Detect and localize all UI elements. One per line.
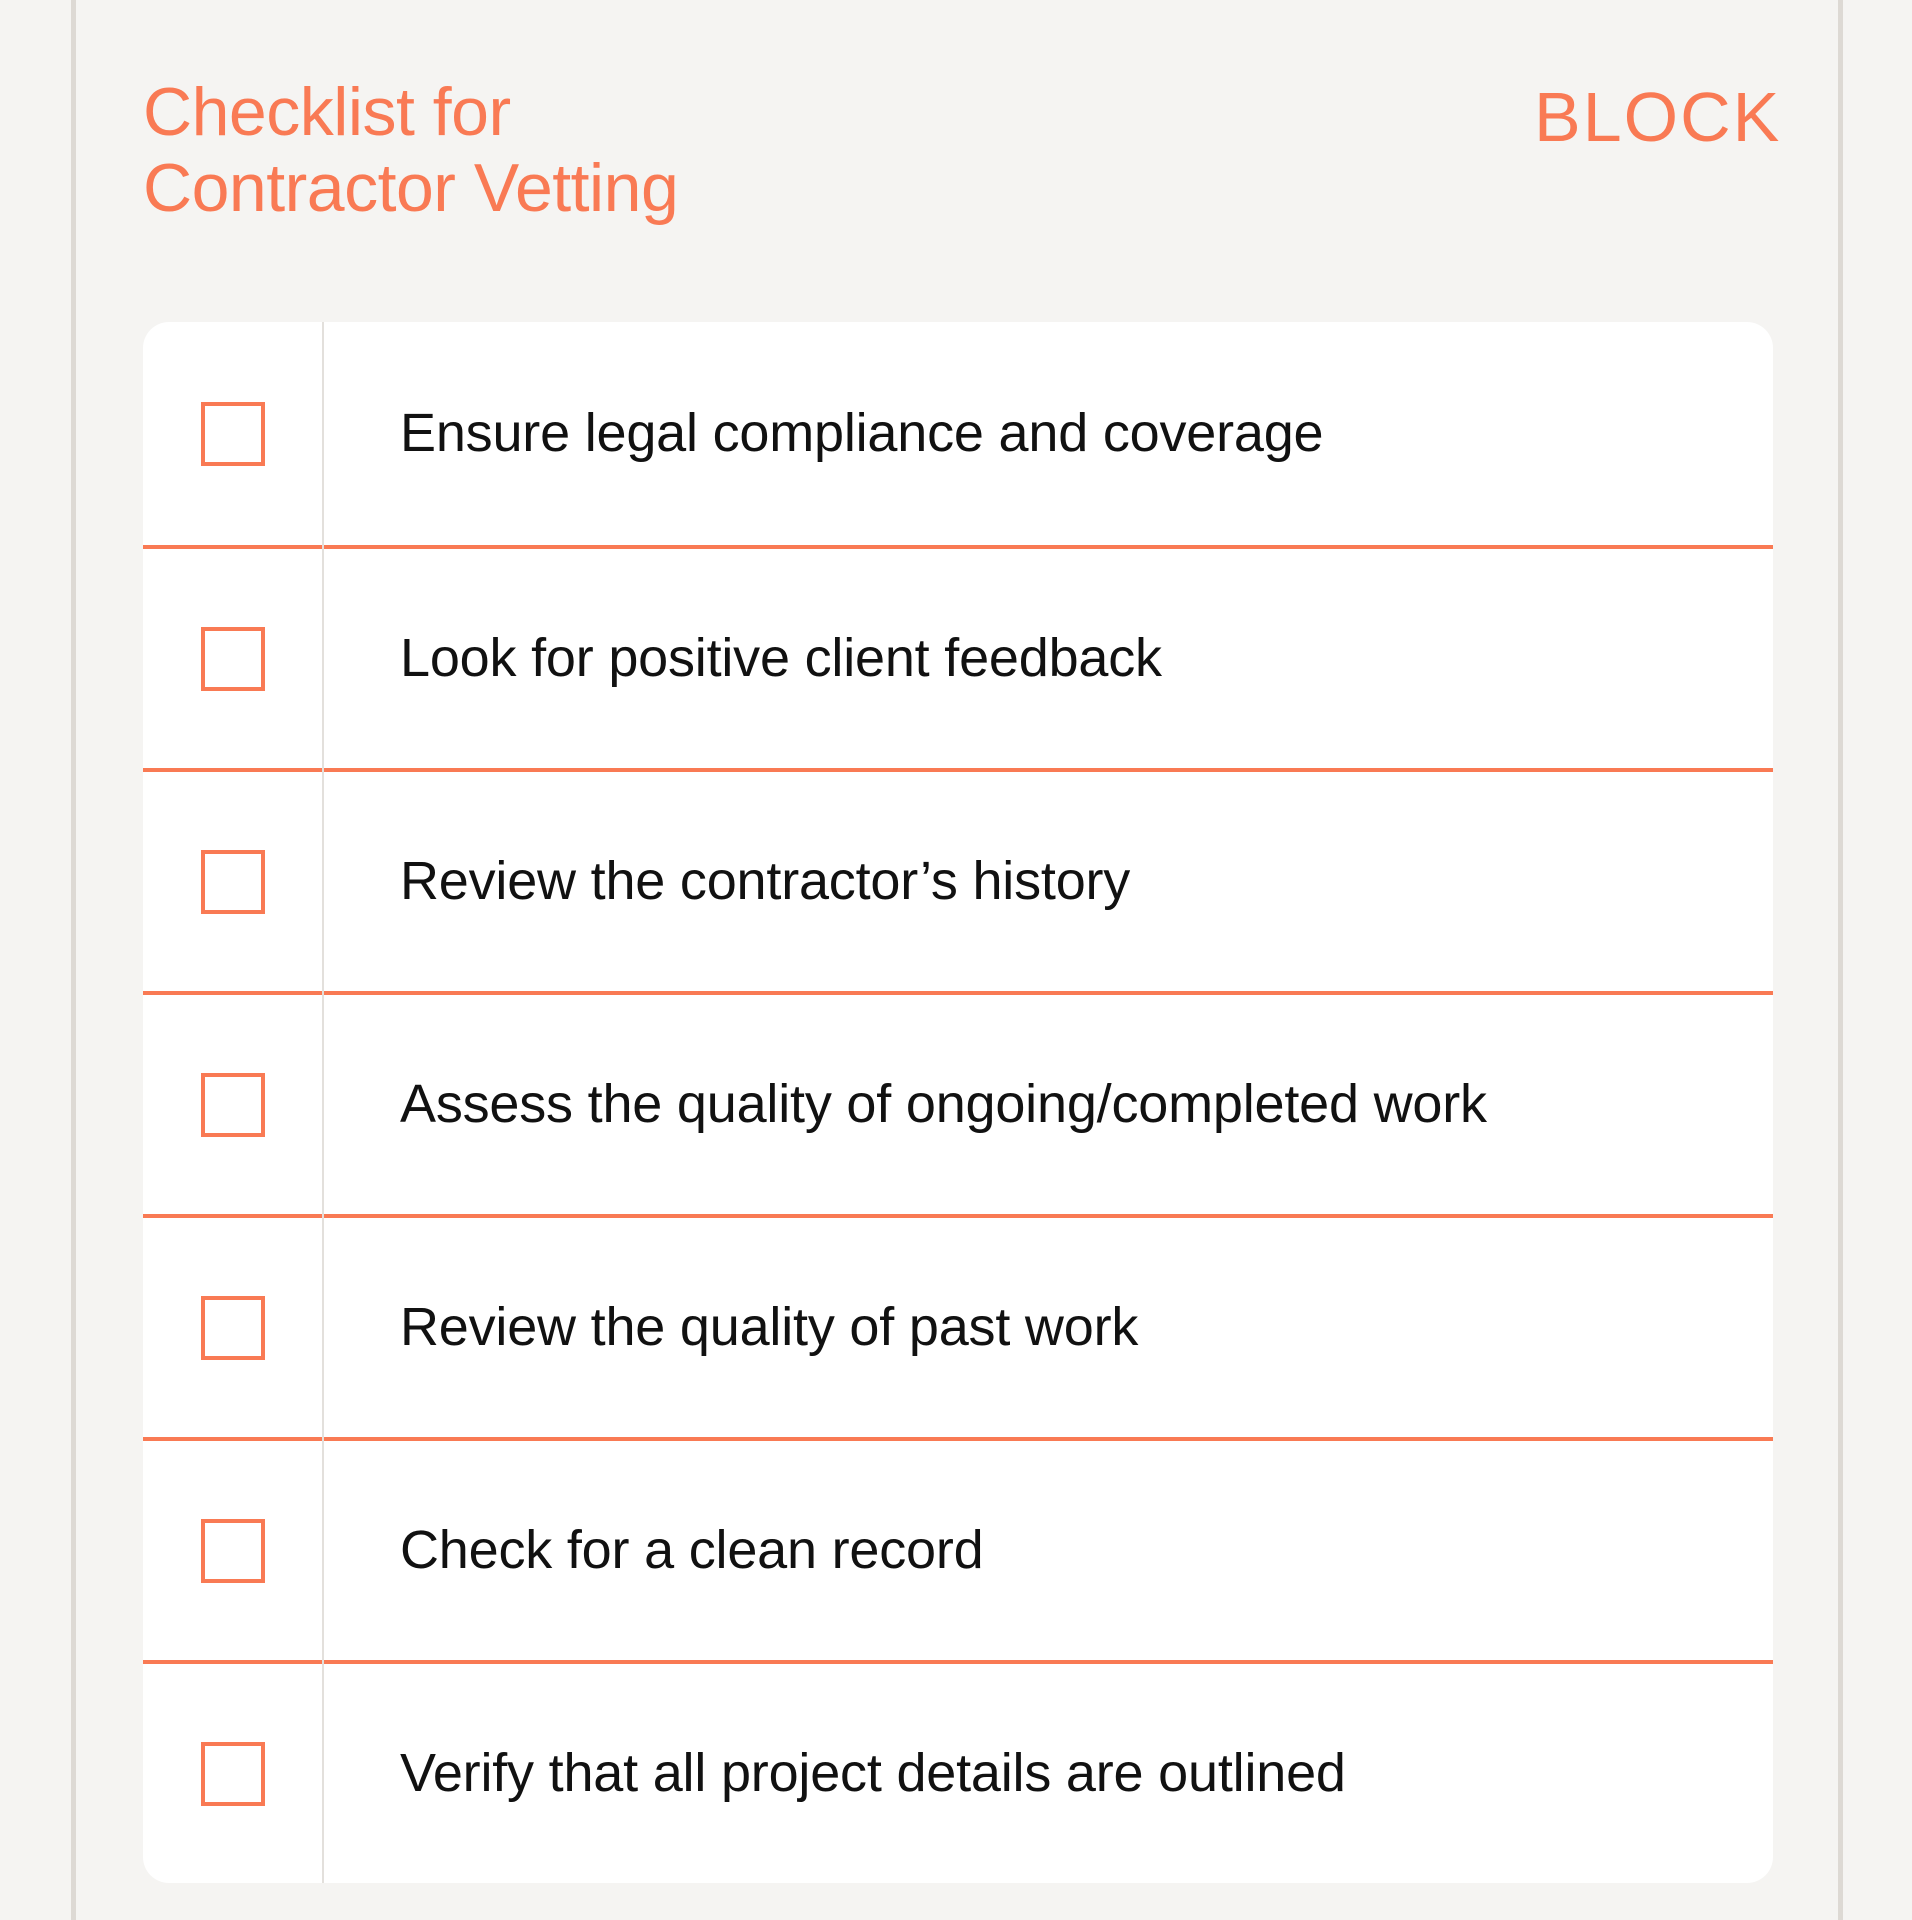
- checkbox-icon[interactable]: [200, 1741, 265, 1806]
- checklist-label-cell: Look for positive client feedback: [322, 627, 1773, 689]
- checklist-item-label: Check for a clean record: [400, 1520, 984, 1581]
- checkbox-icon[interactable]: [200, 626, 265, 691]
- checklist-row[interactable]: Check for a clean record: [143, 1437, 1773, 1660]
- checklist-label-cell: Ensure legal compliance and coverage: [322, 402, 1773, 464]
- checklist-item-label: Look for positive client feedback: [400, 628, 1162, 689]
- checklist-row[interactable]: Review the quality of past work: [143, 1214, 1773, 1437]
- checkbox-icon[interactable]: [200, 1072, 265, 1137]
- checklist-item-label: Ensure legal compliance and coverage: [400, 403, 1324, 464]
- checklist-label-cell: Assess the quality of ongoing/completed …: [322, 1073, 1773, 1135]
- checkbox-cell[interactable]: [143, 1518, 322, 1583]
- checklist-item-label: Review the quality of past work: [400, 1297, 1139, 1358]
- checkbox-icon[interactable]: [200, 1518, 265, 1583]
- column-guide-left: [71, 0, 76, 1920]
- checklist-card: Ensure legal compliance and coverage Loo…: [143, 322, 1773, 1883]
- checkbox-cell[interactable]: [143, 401, 322, 466]
- checkbox-cell[interactable]: [143, 626, 322, 691]
- checkbox-icon[interactable]: [200, 849, 265, 914]
- checklist-row[interactable]: Look for positive client feedback: [143, 545, 1773, 768]
- checklist-row[interactable]: Assess the quality of ongoing/completed …: [143, 991, 1773, 1214]
- checkbox-cell[interactable]: [143, 1072, 322, 1137]
- checkbox-cell[interactable]: [143, 1741, 322, 1806]
- checklist-item-label: Verify that all project details are outl…: [400, 1743, 1346, 1804]
- checklist-item-label: Assess the quality of ongoing/completed …: [400, 1074, 1487, 1135]
- checkbox-icon[interactable]: [200, 401, 265, 466]
- brand-wordmark: BLOCK: [1534, 78, 1782, 156]
- checklist-row[interactable]: Ensure legal compliance and coverage: [143, 322, 1773, 545]
- checklist-row[interactable]: Review the contractor’s history: [143, 768, 1773, 991]
- column-guide-right: [1838, 0, 1843, 1920]
- checkbox-cell[interactable]: [143, 1295, 322, 1360]
- checkbox-cell[interactable]: [143, 849, 322, 914]
- checkbox-icon[interactable]: [200, 1295, 265, 1360]
- checklist-label-cell: Verify that all project details are outl…: [322, 1742, 1773, 1804]
- checklist-row[interactable]: Verify that all project details are outl…: [143, 1660, 1773, 1883]
- header: Checklist for Contractor Vetting BLOCK: [143, 74, 1912, 244]
- checklist-label-cell: Review the quality of past work: [322, 1296, 1773, 1358]
- checklist-label-cell: Review the contractor’s history: [322, 850, 1773, 912]
- checklist-item-label: Review the contractor’s history: [400, 851, 1131, 912]
- checklist-label-cell: Check for a clean record: [322, 1519, 1773, 1581]
- page-title: Checklist for Contractor Vetting: [143, 74, 679, 227]
